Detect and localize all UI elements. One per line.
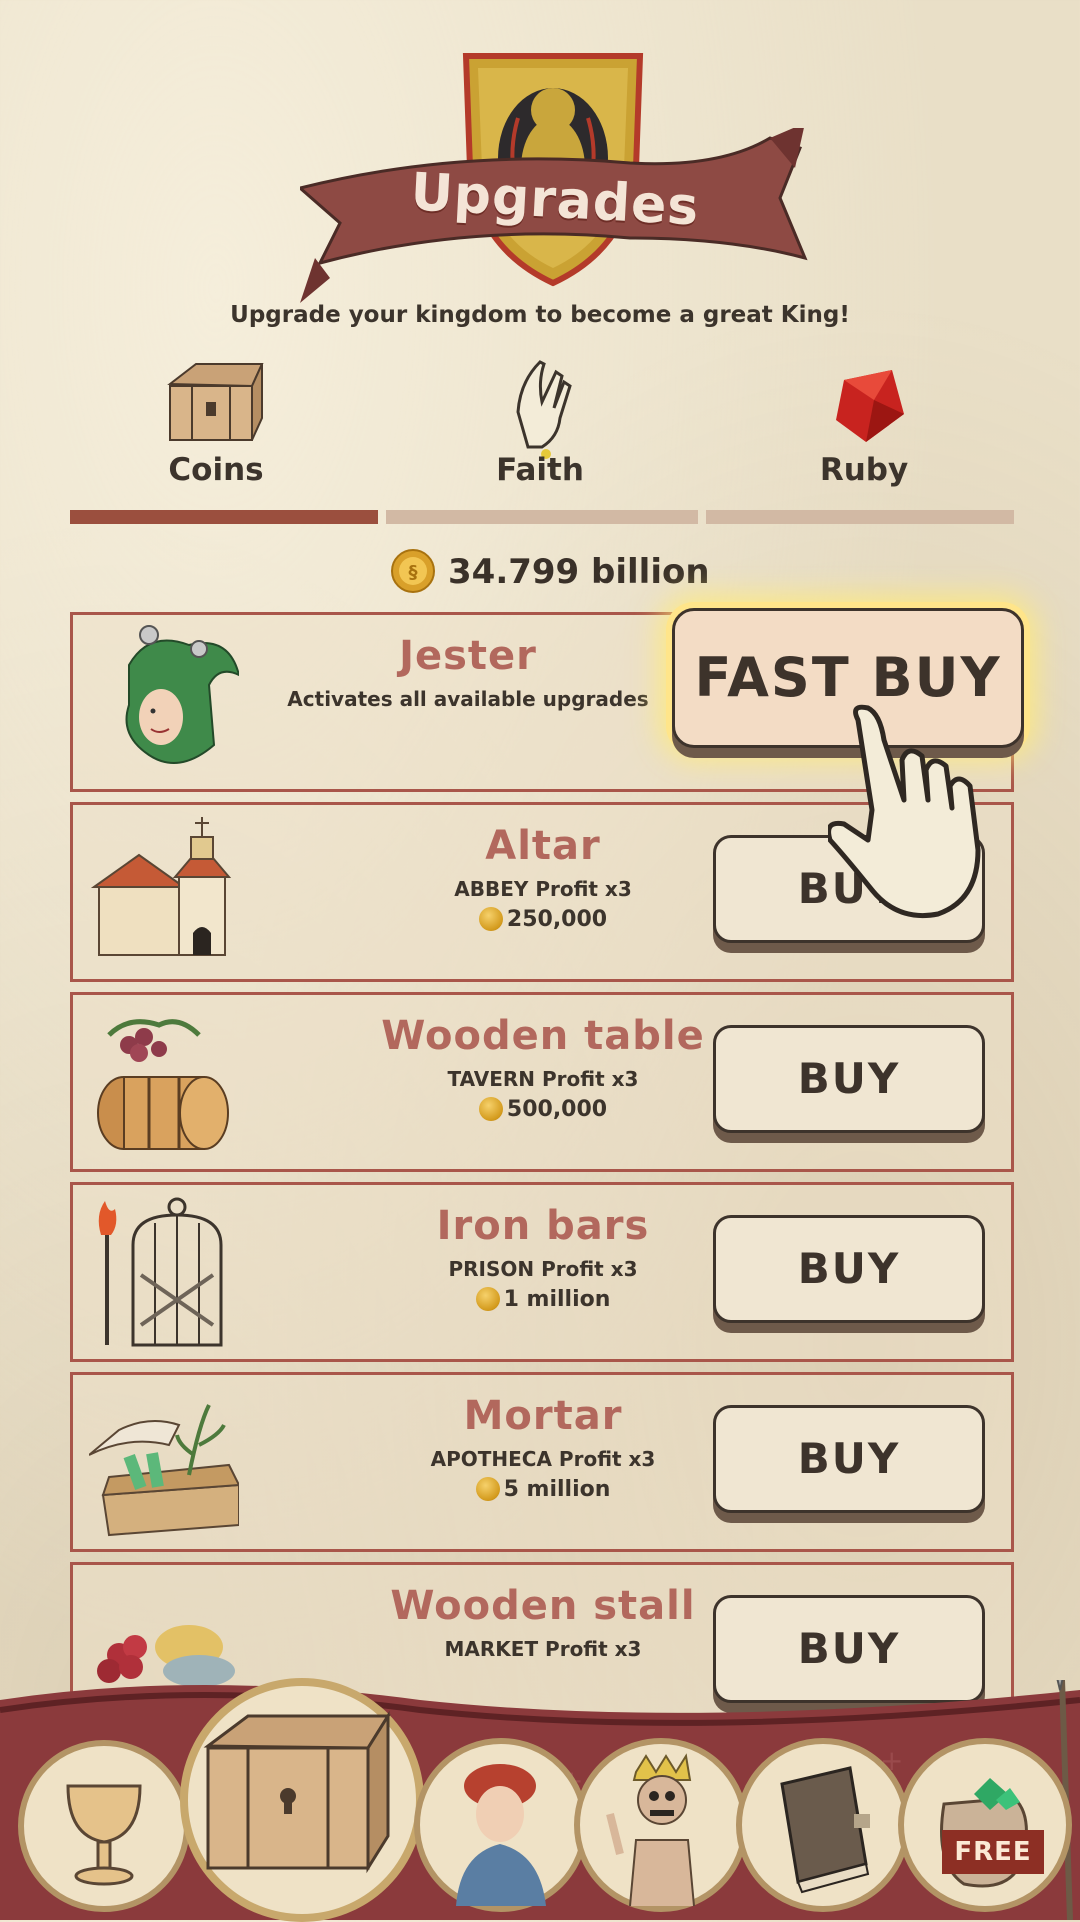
chest-icon (167, 363, 264, 441)
chapel-icon (90, 817, 232, 956)
buy-button[interactable]: BUY (713, 1025, 985, 1133)
buy-button[interactable]: BUY (713, 1215, 985, 1323)
ruby-icon (836, 370, 904, 442)
nav-noble-button[interactable] (414, 1738, 588, 1912)
herb-crate-icon (89, 1404, 239, 1537)
tab-faith-label: Faith (496, 452, 584, 488)
upgrade-row-wooden-table: Wooden table TAVERN Profit x3 500,000 BU… (70, 992, 1014, 1172)
coin-icon (478, 907, 503, 931)
nav-book-button[interactable] (736, 1738, 910, 1912)
praying-hands-icon (516, 360, 572, 459)
noble-portrait-icon (456, 1764, 546, 1906)
tab-ruby-indicator (706, 510, 1014, 524)
buy-button[interactable]: BUY (713, 1405, 985, 1513)
coin-icon (475, 1287, 500, 1311)
tab-ruby[interactable]: Ruby (714, 352, 1014, 532)
coin-icon (478, 1097, 503, 1121)
nav-goblet-button[interactable] (18, 1740, 190, 1912)
wine-barrels-icon (97, 1019, 229, 1150)
nav-skeleton-button[interactable] (574, 1738, 748, 1912)
gem-sack-icon (940, 1778, 1028, 1888)
tab-coins-indicator (70, 510, 378, 524)
book-icon (780, 1766, 870, 1894)
treasure-chest-icon (203, 1710, 391, 1874)
coin-icon (475, 1477, 500, 1501)
pointing-hand-icon (828, 704, 981, 919)
iron-cage-icon (98, 1197, 223, 1347)
free-badge[interactable]: FREE (942, 1830, 1044, 1874)
tab-coins-label: Coins (168, 452, 264, 488)
upgrade-row-iron-bars: Iron bars PRISON Profit x3 1 million BUY (70, 1182, 1014, 1362)
skeleton-king-icon (606, 1753, 695, 1907)
page-subtitle: Upgrade your kingdom to become a great K… (230, 302, 850, 328)
tab-faith-indicator (386, 510, 698, 524)
upgrade-row-mortar: Mortar APOTHECA Profit x3 5 million BUY (70, 1372, 1014, 1552)
upgrade-title: Jester (399, 633, 537, 679)
nav-chest-button[interactable] (180, 1678, 424, 1922)
goblet-icon (66, 1784, 142, 1886)
tab-faith[interactable]: Faith (390, 352, 690, 532)
nav-gem-sack-button[interactable] (898, 1738, 1072, 1912)
tab-ruby-label: Ruby (819, 452, 909, 488)
svg-text:§: § (409, 562, 418, 583)
jester-icon (125, 625, 239, 764)
upgrade-description: Activates all available upgrades (287, 687, 649, 711)
gold-coin-icon: § (391, 549, 435, 593)
tab-coins[interactable]: Coins (66, 352, 366, 532)
balance-amount: 34.799 billion (448, 552, 710, 592)
